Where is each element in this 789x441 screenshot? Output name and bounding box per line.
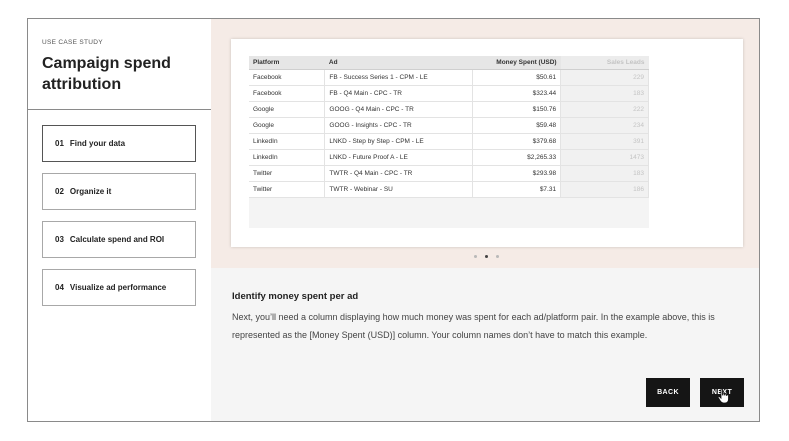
table-cell: LinkedIn: [249, 149, 326, 166]
table-row: Twitter TWTR - Webinar - SU $7.31 186: [249, 181, 649, 198]
step-number: 01: [55, 139, 64, 148]
column-header-sales-leads: Sales Leads: [560, 56, 649, 70]
table-cell: LNKD - Future Proof A - LE: [324, 149, 474, 166]
step-number: 02: [55, 187, 64, 196]
table-cell: $50.61: [472, 69, 562, 86]
lesson-frame: USE CASE STUDY Campaign spend attributio…: [27, 18, 760, 422]
table-cell: 186: [560, 181, 649, 198]
hand-cursor-icon: [717, 388, 729, 404]
table-row: Facebook FB - Success Series 1 - CPM - L…: [249, 69, 649, 86]
step-organize-it[interactable]: 02 Organize it: [42, 173, 196, 210]
column-header-platform: Platform: [249, 56, 325, 70]
step-label: Calculate spend and ROI: [69, 235, 165, 244]
carousel-dots: [211, 255, 759, 258]
carousel-dot-active[interactable]: [484, 255, 488, 258]
table-cell: FB - Success Series 1 - CPM - LE: [324, 69, 474, 86]
table-cell: 229: [560, 69, 649, 86]
table-cell: $2,265.33: [472, 149, 562, 166]
table-row: Twitter TWTR - Q4 Main - CPC - TR $293.9…: [249, 165, 649, 182]
example-panel: Platform Ad Money Spent (USD) Sales Lead…: [211, 19, 759, 268]
step-label: Find your data: [69, 139, 126, 148]
table-cell: FB - Q4 Main - CPC - TR: [324, 85, 474, 102]
table-cell: 222: [560, 101, 649, 118]
table-cell: Twitter: [249, 165, 326, 182]
step-number: 03: [55, 235, 64, 244]
table-cell: GOOG - Q4 Main - CPC - TR: [324, 101, 474, 118]
page-title: Campaign spend attribution: [42, 55, 171, 93]
ad-spend-table: Platform Ad Money Spent (USD) Sales Lead…: [249, 56, 649, 198]
table-cell: 234: [560, 117, 649, 134]
table-cell: Facebook: [249, 69, 326, 86]
table-cell: $379.68: [472, 133, 562, 150]
table-row: Facebook FB - Q4 Main - CPC - TR $323.44…: [249, 85, 649, 102]
table-cell: $59.48: [472, 117, 562, 134]
step-calculate-spend[interactable]: 03 Calculate spend and ROI: [42, 221, 196, 258]
table-cell: 183: [560, 85, 649, 102]
data-table-container: Platform Ad Money Spent (USD) Sales Lead…: [249, 56, 649, 228]
table-cell: $7.31: [472, 181, 562, 198]
table-row: Google GOOG - Q4 Main - CPC - TR $150.76…: [249, 101, 649, 118]
table-cell: LinkedIn: [249, 133, 326, 150]
table-cell: LNKD - Step by Step - CPM - LE: [324, 133, 474, 150]
table-cell: 391: [560, 133, 649, 150]
sidebar-divider: [28, 109, 211, 110]
column-header-ad: Ad: [324, 56, 473, 70]
table-cell: 183: [560, 165, 649, 182]
step-visualize-performance[interactable]: 04 Visualize ad performance: [42, 269, 196, 306]
step-label: Organize it: [69, 187, 112, 196]
carousel-dot[interactable]: [495, 255, 499, 258]
column-header-money-spent: Money Spent (USD): [472, 56, 561, 70]
sidebar: USE CASE STUDY Campaign spend attributio…: [28, 19, 211, 421]
step-find-your-data[interactable]: 01 Find your data: [42, 125, 196, 162]
description-panel: Identify money spent per ad Next, you’ll…: [211, 268, 759, 421]
table-row: Google GOOG - Insights - CPC - TR $59.48…: [249, 117, 649, 134]
table-cell: Google: [249, 101, 326, 118]
back-button[interactable]: BACK: [646, 378, 690, 407]
carousel-dot[interactable]: [473, 255, 477, 258]
table-cell: Twitter: [249, 181, 326, 198]
table-cell: GOOG - Insights - CPC - TR: [324, 117, 474, 134]
table-header-row: Platform Ad Money Spent (USD) Sales Lead…: [249, 56, 649, 70]
step-label: Visualize ad performance: [69, 283, 167, 292]
table-row: LinkedIn LNKD - Future Proof A - LE $2,2…: [249, 149, 649, 166]
table-cell: $293.98: [472, 165, 562, 182]
eyebrow-label: USE CASE STUDY: [42, 39, 103, 46]
step-number: 04: [55, 283, 64, 292]
description-body: Next, you’ll need a column displaying ho…: [232, 312, 715, 340]
table-cell: Google: [249, 117, 326, 134]
example-card: Platform Ad Money Spent (USD) Sales Lead…: [231, 39, 743, 247]
table-cell: TWTR - Q4 Main - CPC - TR: [324, 165, 474, 182]
table-cell: $150.76: [472, 101, 562, 118]
table-cell: 1473: [560, 149, 649, 166]
description-title: Identify money spent per ad: [232, 291, 359, 302]
table-cell: $323.44: [472, 85, 562, 102]
table-cell: Facebook: [249, 85, 326, 102]
table-cell: TWTR - Webinar - SU: [324, 181, 474, 198]
table-row: LinkedIn LNKD - Step by Step - CPM - LE …: [249, 133, 649, 150]
